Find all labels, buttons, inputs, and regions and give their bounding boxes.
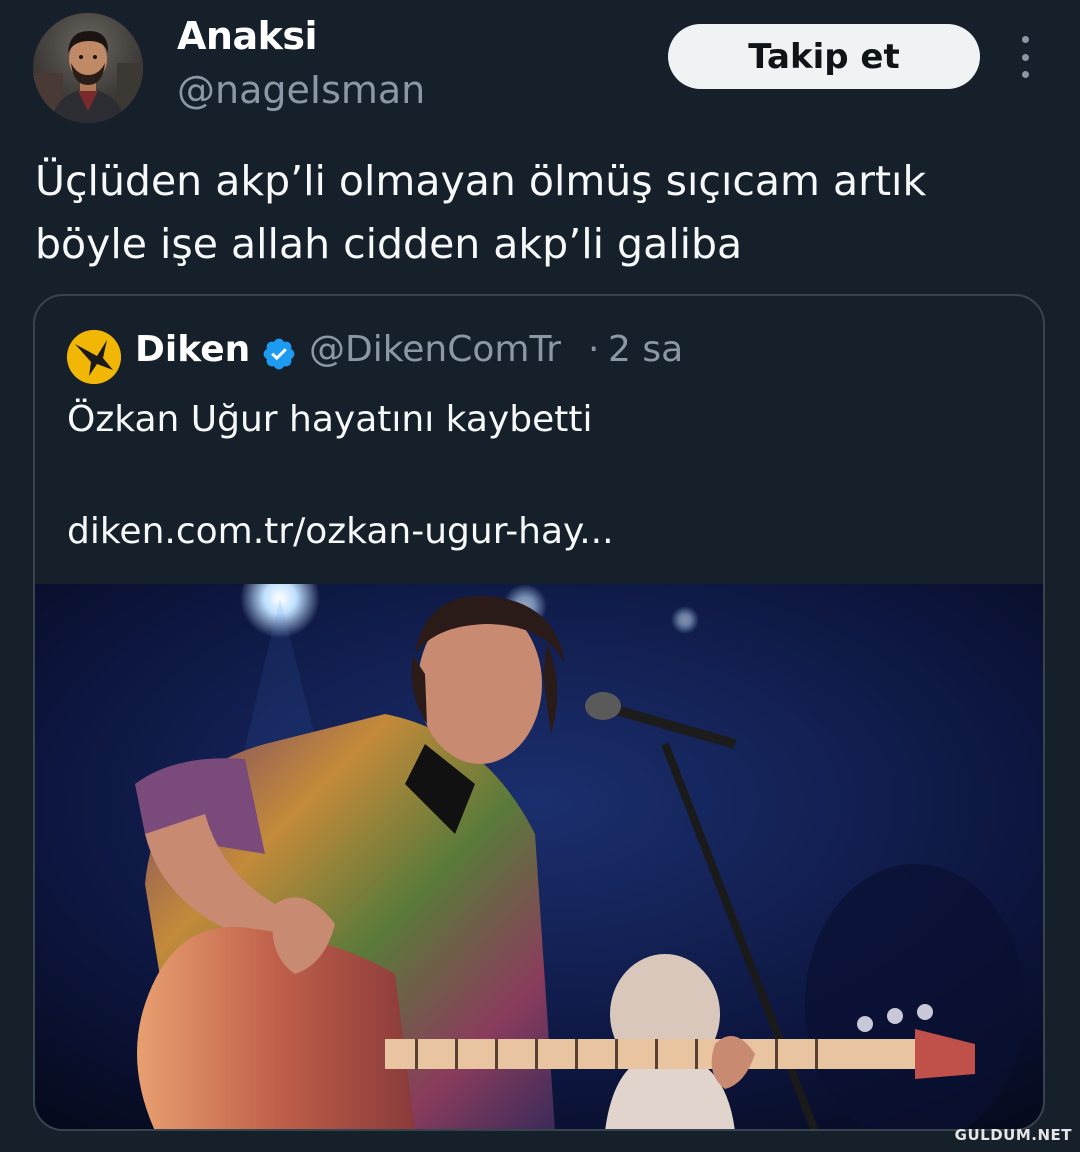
quoted-author-name[interactable]: Diken	[135, 329, 250, 370]
quoted-author-handle[interactable]: @DikenComTr	[309, 329, 561, 370]
quoted-timestamp[interactable]: 2 sa	[608, 329, 683, 370]
concert-photo-icon	[35, 584, 1043, 1129]
verified-badge-icon	[263, 338, 295, 370]
quoted-tweet-link[interactable]: diken.com.tr/ozkan-ugur-hay...	[67, 511, 614, 552]
more-dot	[1021, 36, 1029, 43]
follow-button[interactable]: Takip et	[668, 24, 980, 89]
quoted-media-image[interactable]	[35, 584, 1043, 1129]
quoted-tweet-text: Özkan Uğur hayatını kaybetti	[67, 399, 593, 440]
author-display-name[interactable]: Anaksi	[177, 14, 318, 58]
tweet-page: Anaksi @nageIsman Takip et Üçlüden akp’l…	[0, 0, 1080, 1152]
quoted-separator: ·	[588, 329, 600, 370]
author-avatar[interactable]	[33, 13, 143, 123]
diken-logo-icon[interactable]	[67, 330, 121, 384]
avatar-photo-icon	[33, 13, 143, 123]
watermark-text: GULDUM.NET	[954, 1126, 1072, 1144]
quoted-tweet-card[interactable]: Diken @DikenComTr · 2 sa Özkan Uğur haya…	[33, 294, 1045, 1131]
tweet-text: Üçlüden akp’li olmayan ölmüş sıçıcam art…	[35, 157, 927, 268]
diken-bird-icon	[67, 330, 121, 384]
author-handle[interactable]: @nageIsman	[177, 68, 425, 112]
more-options-icon[interactable]	[1008, 36, 1042, 78]
more-dot	[1021, 53, 1029, 61]
more-dot	[1021, 71, 1029, 78]
